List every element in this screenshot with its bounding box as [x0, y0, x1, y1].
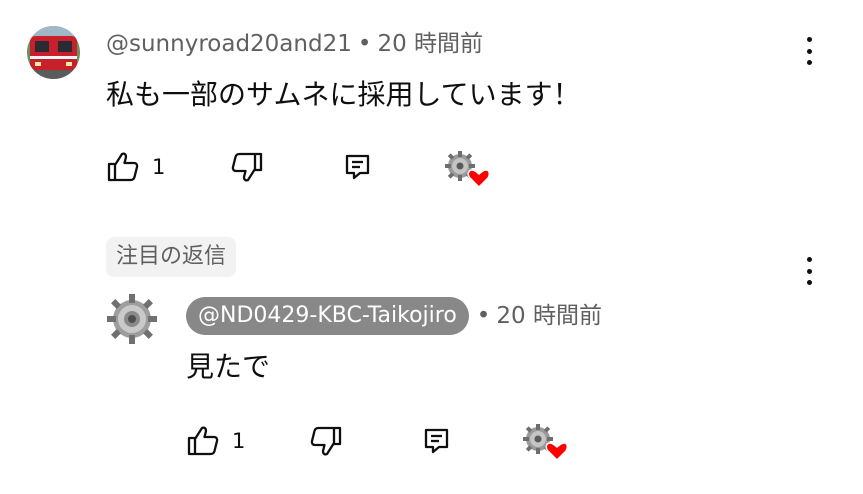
heart-icon [467, 169, 491, 189]
train-photo-avatar [27, 26, 80, 79]
reply-button[interactable] [344, 147, 372, 187]
gear-avatar [107, 294, 157, 344]
comment-header: @sunnyroad20and21 • 20 時間前 [106, 30, 483, 58]
like-button[interactable]: 1 [186, 421, 245, 461]
reply-button[interactable] [423, 421, 451, 461]
creator-heart-icon [521, 423, 569, 463]
reply-time: 20 時間前 [496, 303, 602, 329]
reply-header: @ND0429-KBC-Taikojiro • 20 時間前 [186, 297, 602, 335]
reply-text: 見たで [186, 350, 271, 383]
like-button[interactable]: 1 [106, 147, 165, 187]
separator-dot: • [357, 31, 372, 57]
featured-reply-chip[interactable]: 注目の返信 [106, 237, 237, 277]
like-icon [107, 152, 139, 182]
dislike-button[interactable] [309, 421, 343, 461]
like-icon [187, 426, 219, 456]
reply-author[interactable]: @ND0429-KBC-Taikojiro [186, 297, 469, 335]
heart-icon [545, 442, 569, 462]
comment-author[interactable]: @sunnyroad20and21 [106, 31, 352, 57]
reply-icon [345, 154, 370, 180]
separator-dot: • [476, 303, 491, 329]
like-count: 1 [152, 155, 166, 179]
more-vert-icon[interactable] [799, 33, 819, 69]
creator-heart-icon [443, 150, 491, 190]
dislike-button[interactable] [230, 147, 264, 187]
more-vert-icon[interactable] [799, 253, 819, 289]
like-count: 1 [232, 429, 246, 453]
reply-icon [424, 428, 449, 454]
dislike-icon [310, 426, 342, 456]
dislike-icon [231, 152, 263, 182]
avatar[interactable] [27, 26, 80, 79]
avatar[interactable] [106, 293, 158, 345]
comment-time: 20 時間前 [377, 31, 484, 57]
comment-text: 私も一部のサムネに採用しています！ [106, 78, 581, 111]
